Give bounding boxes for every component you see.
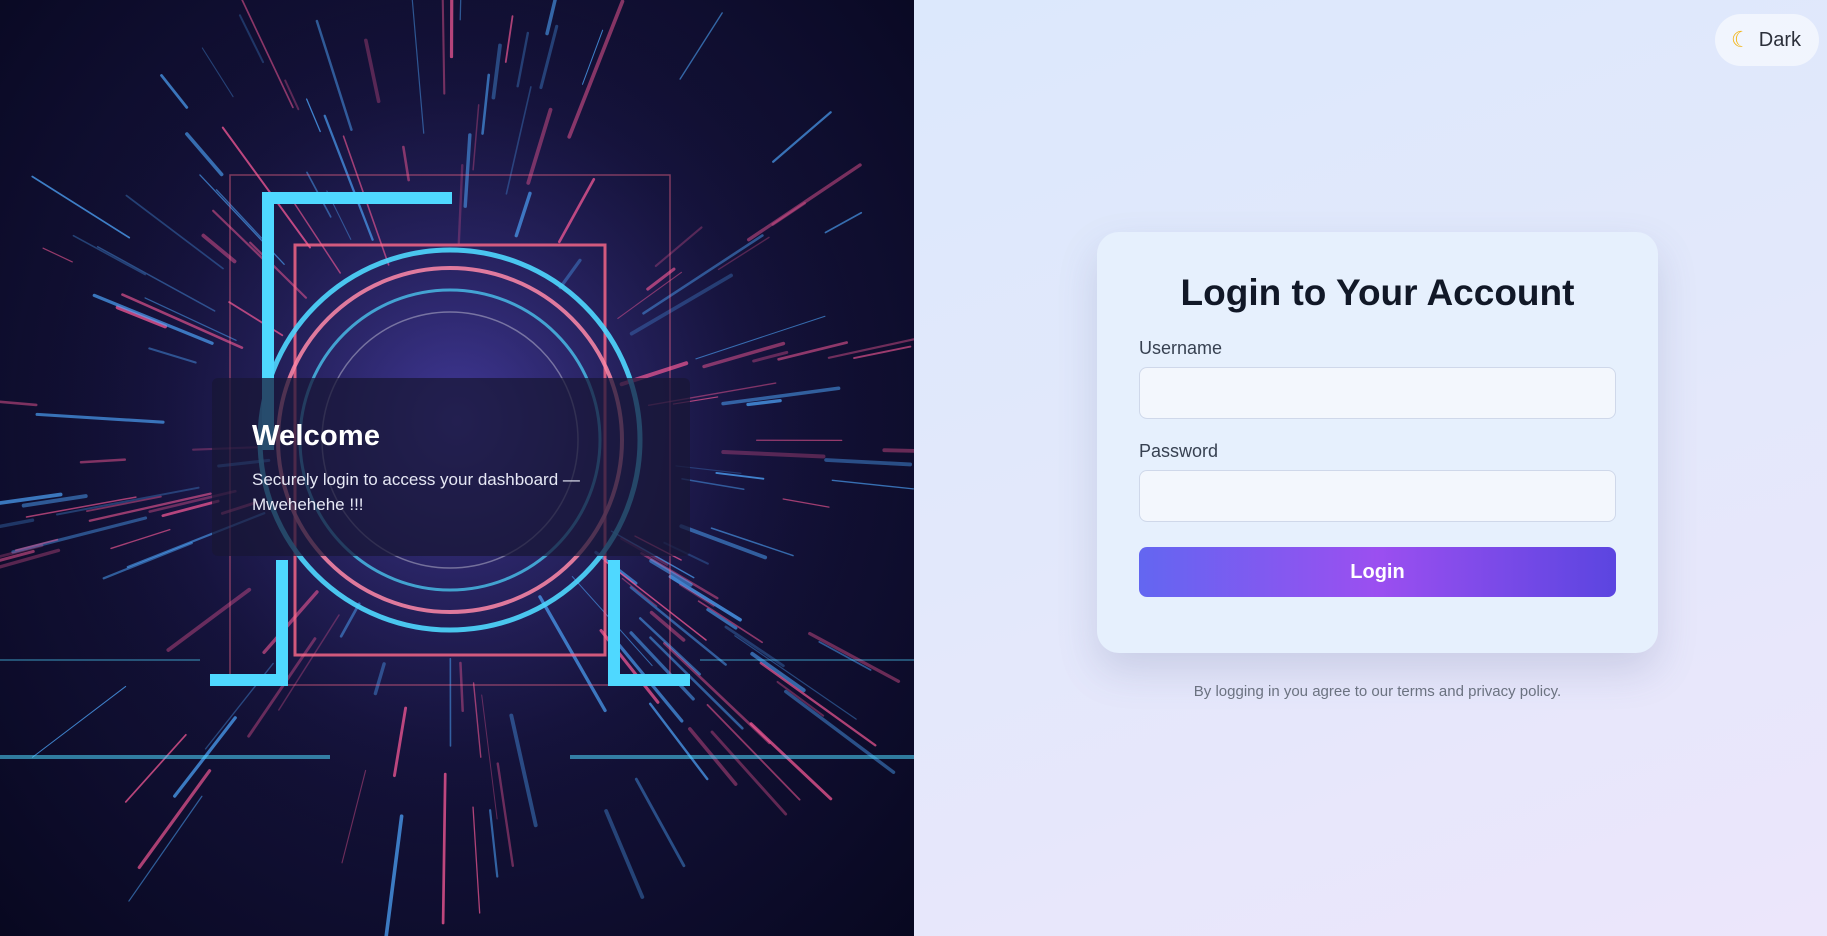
welcome-title: Welcome xyxy=(252,420,381,452)
welcome-text: Securely login to access your dashboard … xyxy=(252,470,580,514)
password-field[interactable] xyxy=(1139,470,1616,522)
password-label: Password xyxy=(1139,441,1219,461)
welcome-card: Welcome Securely login to access your da… xyxy=(212,378,690,556)
username-label: Username xyxy=(1139,338,1223,358)
moon-icon: ☾ xyxy=(1731,27,1751,52)
username-field[interactable] xyxy=(1139,367,1616,419)
theme-toggle-button[interactable]: ☾ Dark xyxy=(1715,14,1819,66)
login-button[interactable]: Login xyxy=(1139,547,1616,597)
hero-panel: Welcome Securely login to access your da… xyxy=(0,0,914,936)
login-title: Login to Your Account xyxy=(1180,272,1575,313)
login-card: Login to Your Account Username Password … xyxy=(1097,232,1658,653)
login-page: Welcome Securely login to access your da… xyxy=(0,0,1827,936)
terms-notice: By logging in you agree to our terms and… xyxy=(1193,683,1562,700)
theme-toggle-label: Dark xyxy=(1758,28,1801,51)
auth-panel: ☾ Dark Login to Your Account Username Pa… xyxy=(914,0,1827,936)
